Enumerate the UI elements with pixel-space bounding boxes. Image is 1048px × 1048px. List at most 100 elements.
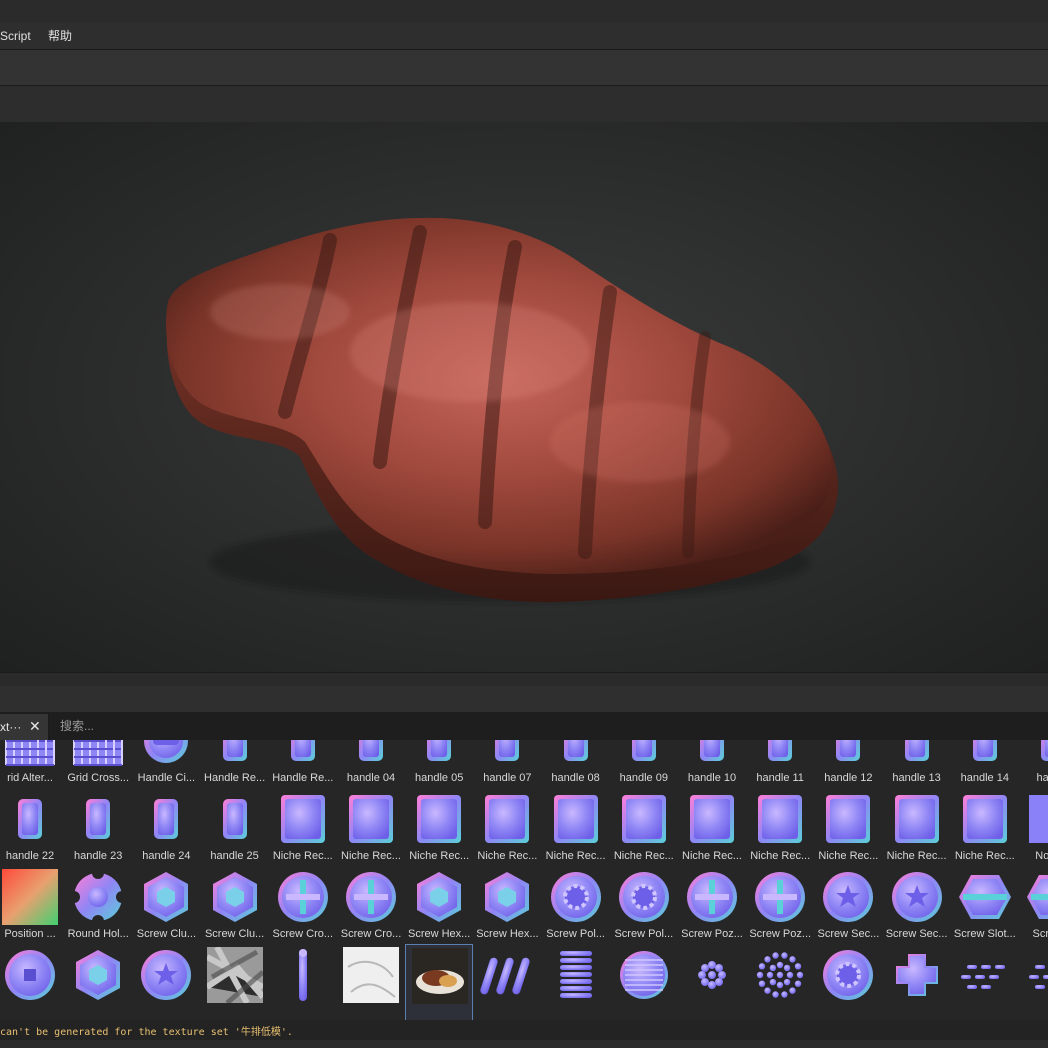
shelf-resource-item[interactable]: Handle Re... [269,740,337,788]
niche-rect-icon [894,795,939,843]
shelf-resource-item[interactable] [269,944,337,1020]
handle-icon [768,740,793,761]
shelf-resource-item[interactable]: handle 11 [746,740,814,788]
grunge-texture-icon [206,947,263,1003]
shelf-resource-item[interactable]: Screw Slot... [951,866,1019,944]
shelf-resource-item[interactable]: Niche Rec... [814,788,882,866]
shelf-resource-item[interactable]: handle 07 [473,740,541,788]
shelf-resource-item[interactable]: handle 08 [542,740,610,788]
shelf-resource-item[interactable]: Screw Poz... [746,866,814,944]
shelf-resource-item[interactable]: Niche Rec... [883,788,951,866]
diagonal-stripes-icon [480,957,531,995]
shelf-resource-item[interactable] [883,944,951,1020]
shelf-resource-item[interactable] [951,944,1019,1020]
position-gradient-icon [2,869,58,925]
handle-icon [563,740,588,761]
shelf-resource-item[interactable]: Niche Rec... [337,788,405,866]
shelf-resource-label: Screw Sec... [885,928,948,940]
search-field[interactable] [56,716,1042,736]
shelf-resource-item[interactable]: Normal [1019,788,1048,866]
close-icon[interactable]: ✕ [29,718,41,735]
shelf-resource-item[interactable]: Screw Sec... [883,866,951,944]
shelf-resource-item[interactable]: handle 22 [0,788,64,866]
handle-icon [427,740,452,761]
shelf-resource-item[interactable]: Niche Rec... [473,788,541,866]
shelf-resource-item[interactable]: handle 09 [610,740,678,788]
handle-rect-icon [222,740,247,761]
shelf-resource-item[interactable]: Screw Hex... [473,866,541,944]
shelf-resource-item[interactable]: handle 04 [337,740,405,788]
shelf-resource-item[interactable]: Screw Sec... [814,866,882,944]
search-input[interactable] [56,716,1042,736]
shelf-resource-item[interactable] [132,944,200,1020]
vent-circle-icon [619,951,668,999]
shelf-resource-label: Niche Rec... [818,850,879,862]
shelf-resource-item[interactable] [201,944,269,1020]
screw-square-icon [5,950,55,1000]
niche-rect-icon [826,795,871,843]
shelf-resource-item[interactable] [542,944,610,1020]
panel-splitter[interactable] [0,672,1048,687]
shelf-resource-item[interactable]: Screw Cro... [269,866,337,944]
shelf-resource-item[interactable]: handle 24 [132,788,200,866]
screw-security-icon [891,872,942,922]
shelf-resource-item[interactable] [746,944,814,1020]
shelf-resource-item[interactable]: Niche Rec... [542,788,610,866]
shelf-resource-item[interactable]: Screw Pol... [542,866,610,944]
shelf-resource-item[interactable] [64,944,132,1020]
handle-icon [1041,740,1048,761]
shelf-resource-label: handle 22 [5,850,55,862]
shelf-resource-item[interactable]: rid Alter... [0,740,64,788]
viewport-3d[interactable] [0,122,1048,672]
handle-icon [18,799,42,839]
shelf-resource-item[interactable]: Niche Rec... [610,788,678,866]
shelf-resource-item[interactable]: Handle Ci... [132,740,200,788]
shelf-resource-item[interactable]: Niche Rec... [405,788,473,866]
shelf-resource-item[interactable]: Niche Rec... [951,788,1019,866]
pin-icon [298,949,307,1001]
shelf-resource-item[interactable] [678,944,746,1020]
shelf-resource-label: handle 09 [619,772,668,784]
shelf-resource-item[interactable] [405,944,474,1020]
shelf-resource-item[interactable]: handle 13 [883,740,951,788]
shelf-resource-item[interactable]: Screw Clu... [132,866,200,944]
menu-script[interactable]: Script [0,23,31,49]
shelf-resource-item[interactable]: Niche Rec... [269,788,337,866]
shelf-resource-item[interactable]: Handle Re... [201,740,269,788]
shelf-resource-item[interactable]: Round Hol... [64,866,132,944]
shelf-resource-item[interactable]: handle 05 [405,740,473,788]
shelf-resource-item[interactable]: Screw Cro... [337,866,405,944]
shelf-resource-item[interactable]: handle 23 [64,788,132,866]
shelf-resource-item[interactable]: handle 25 [201,788,269,866]
shelf-resource-label: Screw Poz... [681,928,743,940]
shelf-resource-item[interactable] [337,944,405,1020]
shelf-resource-item[interactable]: Screw Clu... [201,866,269,944]
shelf-resource-item[interactable] [814,944,882,1020]
menu-help[interactable]: 帮助 [48,23,72,49]
shelf-tab[interactable]: xt··· ✕ [0,714,49,740]
shelf-resource-label: Niche Rec... [545,850,606,862]
shelf-resource-item[interactable]: handle [1019,740,1048,788]
title-bar [0,0,1048,23]
shelf-resource-label: Handle Re... [204,772,266,784]
shelf-resource-item[interactable]: Grid Cross... [64,740,132,788]
shelf-resource-item[interactable] [1019,944,1048,1020]
shelf-resource-item[interactable]: Screw Poz... [678,866,746,944]
shelf-resource-item[interactable]: Screw Pol... [610,866,678,944]
shelf-resource-label: Screw Cro... [272,928,334,940]
shelf-resource-item[interactable]: handle 10 [678,740,746,788]
shelf-resource-label: handle 10 [687,772,737,784]
handle-icon [359,740,383,761]
shelf-resource-item[interactable]: handle 14 [951,740,1019,788]
shelf-resource-item[interactable]: Niche Rec... [746,788,814,866]
shelf-resource-item[interactable]: Screw Hex... [405,866,473,944]
shelf-resource-item[interactable] [473,944,541,1020]
shelf-resource-item[interactable] [0,944,64,1020]
shelf-resource-item[interactable] [610,944,678,1020]
shelf-resource-label: Niche Rec... [886,850,947,862]
shelf-resource-item[interactable]: Screw S [1019,866,1048,944]
shelf-resource-item[interactable]: Position ... [0,866,64,944]
shelf-resource-label: Screw S [1032,928,1048,940]
shelf-resource-item[interactable]: Niche Rec... [678,788,746,866]
shelf-resource-item[interactable]: handle 12 [814,740,882,788]
